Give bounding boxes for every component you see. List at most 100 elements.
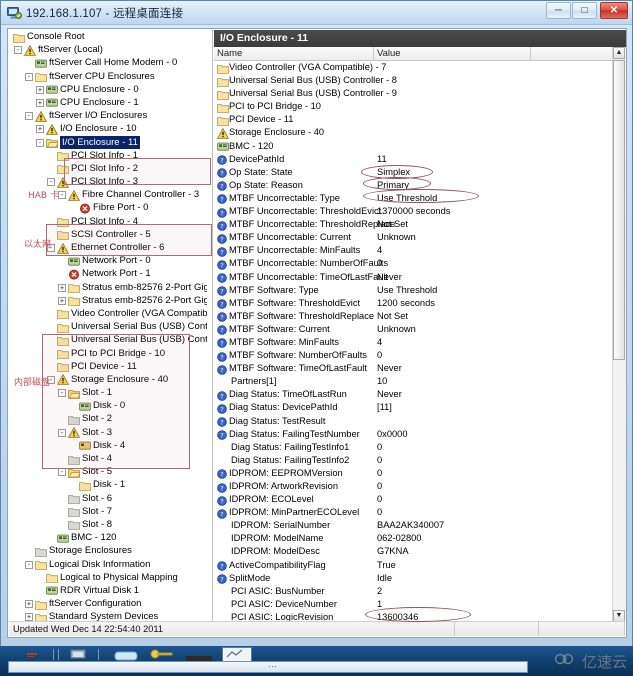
table-row[interactable]: Partners[1] 10 [214, 375, 614, 388]
collapse-toggle-icon[interactable]: - [58, 468, 66, 477]
tree-item[interactable]: Universal Serial Bus (USB) Controller - … [9, 333, 207, 346]
list-vertical-scrollbar[interactable]: ▲ ▼ [612, 47, 626, 623]
column-header-name[interactable]: Name [214, 47, 374, 61]
table-row[interactable]: ? Diag Status: DevicePathId [11] [214, 401, 614, 414]
table-row[interactable]: ? IDPROM: ECOLevel 0 [214, 493, 614, 506]
table-row[interactable]: Storage Enclosure - 40 [214, 126, 614, 139]
table-row[interactable]: Universal Serial Bus (USB) Controller - … [214, 87, 614, 100]
expand-toggle-icon[interactable]: + [58, 296, 66, 305]
table-row[interactable]: PCI Device - 11 [214, 113, 614, 126]
tree-item[interactable]: - Slot - 1 [9, 386, 207, 399]
table-row[interactable]: ? Diag Status: TestResult [214, 415, 614, 428]
tree-item[interactable]: Video Controller (VGA Compatible) - 7 [9, 307, 207, 320]
table-row[interactable]: ? MTBF Uncorrectable: TimeOfLastFault Neve… [214, 271, 614, 284]
column-header-value[interactable]: Value [374, 47, 531, 61]
table-row[interactable]: ? MTBF Software: Type Use Threshold [214, 284, 614, 297]
column-header-row[interactable]: Name Value [214, 47, 626, 61]
tree-item[interactable]: Slot - 4 [9, 452, 207, 465]
tree-item[interactable]: - Slot - 3 [9, 426, 207, 439]
maximize-button[interactable]: □ [572, 2, 597, 19]
tree-item[interactable]: Disk - 4 [9, 439, 207, 452]
tree-item[interactable]: Network Port - 1 [9, 267, 207, 280]
tree-item[interactable]: Network Port - 0 [9, 254, 207, 267]
table-row[interactable]: Universal Serial Bus (USB) Controller - … [214, 74, 614, 87]
table-row[interactable]: ? Op State: State Simplex [214, 166, 614, 179]
tree-item[interactable]: - ftServer CPU Enclosures [9, 70, 207, 83]
expand-toggle-icon[interactable]: + [25, 600, 33, 609]
tree-item[interactable]: Fibre Port - 0 [9, 201, 207, 214]
table-row[interactable]: ? MTBF Software: NumberOfFaults 0 [214, 349, 614, 362]
table-row[interactable]: ? MTBF Uncorrectable: ThresholdEvict 13700… [214, 205, 614, 218]
tree-item[interactable]: ftServer Call Home Modem - 0 [9, 56, 207, 69]
taskbar-active-window-button[interactable] [222, 647, 252, 662]
table-row[interactable]: ? MTBF Software: ThresholdReplace Not Set [214, 310, 614, 323]
close-button[interactable]: ✕ [600, 2, 628, 19]
table-row[interactable]: ? ActiveCompatibilityFlag True [214, 559, 614, 572]
window-titlebar[interactable]: 192.168.1.107 - 远程桌面连接 ─ □ ✕ [1, 1, 632, 25]
table-row[interactable]: ? MTBF Uncorrectable: Type Use Threshold [214, 192, 614, 205]
collapse-toggle-icon[interactable]: - [58, 389, 66, 398]
tree-item[interactable]: - Logical Disk Information [9, 558, 207, 571]
table-row[interactable]: PCI ASIC: DeviceNumber 1 [214, 598, 614, 611]
table-row[interactable]: ? Diag Status: TimeOfLastRun Never [214, 388, 614, 401]
table-row[interactable]: PCI ASIC: BusNumber 2 [214, 585, 614, 598]
expand-toggle-icon[interactable]: + [25, 613, 33, 621]
tree-item[interactable]: + CPU Enclosure - 0 [9, 83, 207, 96]
table-row[interactable]: PCI to PCI Bridge - 10 [214, 100, 614, 113]
collapse-toggle-icon[interactable]: - [14, 46, 22, 55]
tree-item[interactable]: Console Root [9, 30, 207, 43]
expand-toggle-icon[interactable]: + [36, 85, 44, 94]
table-row[interactable]: ? IDPROM: ArtworkRevision 0 [214, 480, 614, 493]
tree-item[interactable]: - ftServer I/O Enclosures [9, 109, 207, 122]
table-row[interactable]: ? DevicePathId 11 [214, 153, 614, 166]
tree-item[interactable]: PCI Slot Info - 2 [9, 162, 207, 175]
table-row[interactable]: ? MTBF Software: MinFaults 4 [214, 336, 614, 349]
table-row[interactable]: IDPROM: SerialNumber BAA2AK340007 [214, 519, 614, 532]
tree-scroll-area[interactable]: Console Root - ftServer (Local) ftServer Ca… [9, 30, 207, 621]
table-row[interactable]: ? MTBF Software: ThresholdEvict 1200 secon… [214, 297, 614, 310]
table-row[interactable]: IDPROM: ModelName 062-02800 [214, 532, 614, 545]
table-row[interactable]: Diag Status: FailingTestInfo1 0 [214, 441, 614, 454]
property-list[interactable]: Video Controller (VGA Compatible) - 7 Uni… [214, 61, 614, 623]
collapse-toggle-icon[interactable]: - [36, 138, 44, 147]
table-row[interactable]: ? Diag Status: FailingTestNumber 0x0000 [214, 428, 614, 441]
collapse-toggle-icon[interactable]: - [25, 112, 33, 121]
table-row[interactable]: ? IDPROM: EEPROMVersion 0 [214, 467, 614, 480]
tree-item[interactable]: PCI Device - 11 [9, 360, 207, 373]
tree-item[interactable]: + I/O Enclosure - 10 [9, 122, 207, 135]
tree-item[interactable]: Disk - 0 [9, 399, 207, 412]
tree-item[interactable]: Universal Serial Bus (USB) Controller - … [9, 320, 207, 333]
collapse-toggle-icon[interactable]: - [58, 191, 66, 200]
tree-item[interactable]: PCI to PCI Bridge - 10 [9, 347, 207, 360]
tree-item[interactable]: - Slot - 5 [9, 465, 207, 478]
table-row[interactable]: Video Controller (VGA Compatible) - 7 [214, 61, 614, 74]
tree-item[interactable]: PCI Slot Info - 1 [9, 149, 207, 162]
tree-item[interactable]: + Stratus emb-82576 2-Port Gigabit Ad [9, 294, 207, 307]
taskbar-scrollbar[interactable]: ⋯ [8, 661, 528, 673]
table-row[interactable]: ? MTBF Uncorrectable: ThresholdReplace Not… [214, 218, 614, 231]
table-row[interactable]: ? IDPROM: MinPartnerECOLevel 0 [214, 506, 614, 519]
table-row[interactable]: ? MTBF Uncorrectable: Current Unknown [214, 231, 614, 244]
tree-item[interactable]: RDR Virtual Disk 1 [9, 584, 207, 597]
table-row[interactable]: ? Op State: Reason Primary [214, 179, 614, 192]
expand-toggle-icon[interactable]: + [58, 283, 66, 292]
tree-item[interactable]: Slot - 8 [9, 518, 207, 531]
table-row[interactable]: ? MTBF Software: TimeOfLastFault Never [214, 362, 614, 375]
table-row[interactable]: Diag Status: FailingTestInfo2 0 [214, 454, 614, 467]
column-header-blank[interactable] [531, 47, 617, 61]
minimize-button[interactable]: ─ [546, 2, 571, 19]
collapse-toggle-icon[interactable]: - [25, 72, 33, 81]
table-row[interactable]: BMC - 120 [214, 140, 614, 153]
tree-item[interactable]: Storage Enclosures [9, 544, 207, 557]
collapse-toggle-icon[interactable]: - [58, 428, 66, 437]
tree-item[interactable]: - PCI Slot Info - 3 [9, 175, 207, 188]
scroll-up-arrow-icon[interactable]: ▲ [613, 47, 625, 59]
list-scroll-thumb[interactable] [613, 60, 625, 360]
tree-item[interactable]: - ftServer (Local) [9, 43, 207, 56]
table-row[interactable]: IDPROM: ModelDesc G7KNA [214, 545, 614, 558]
tree-item[interactable]: + Standard System Devices [9, 610, 207, 621]
tree-item[interactable]: + CPU Enclosure - 1 [9, 96, 207, 109]
tree-item[interactable]: BMC - 120 [9, 531, 207, 544]
tree-item[interactable]: Slot - 6 [9, 492, 207, 505]
console-tree-pane[interactable]: Console Root - ftServer (Local) ftServer Ca… [9, 30, 213, 636]
